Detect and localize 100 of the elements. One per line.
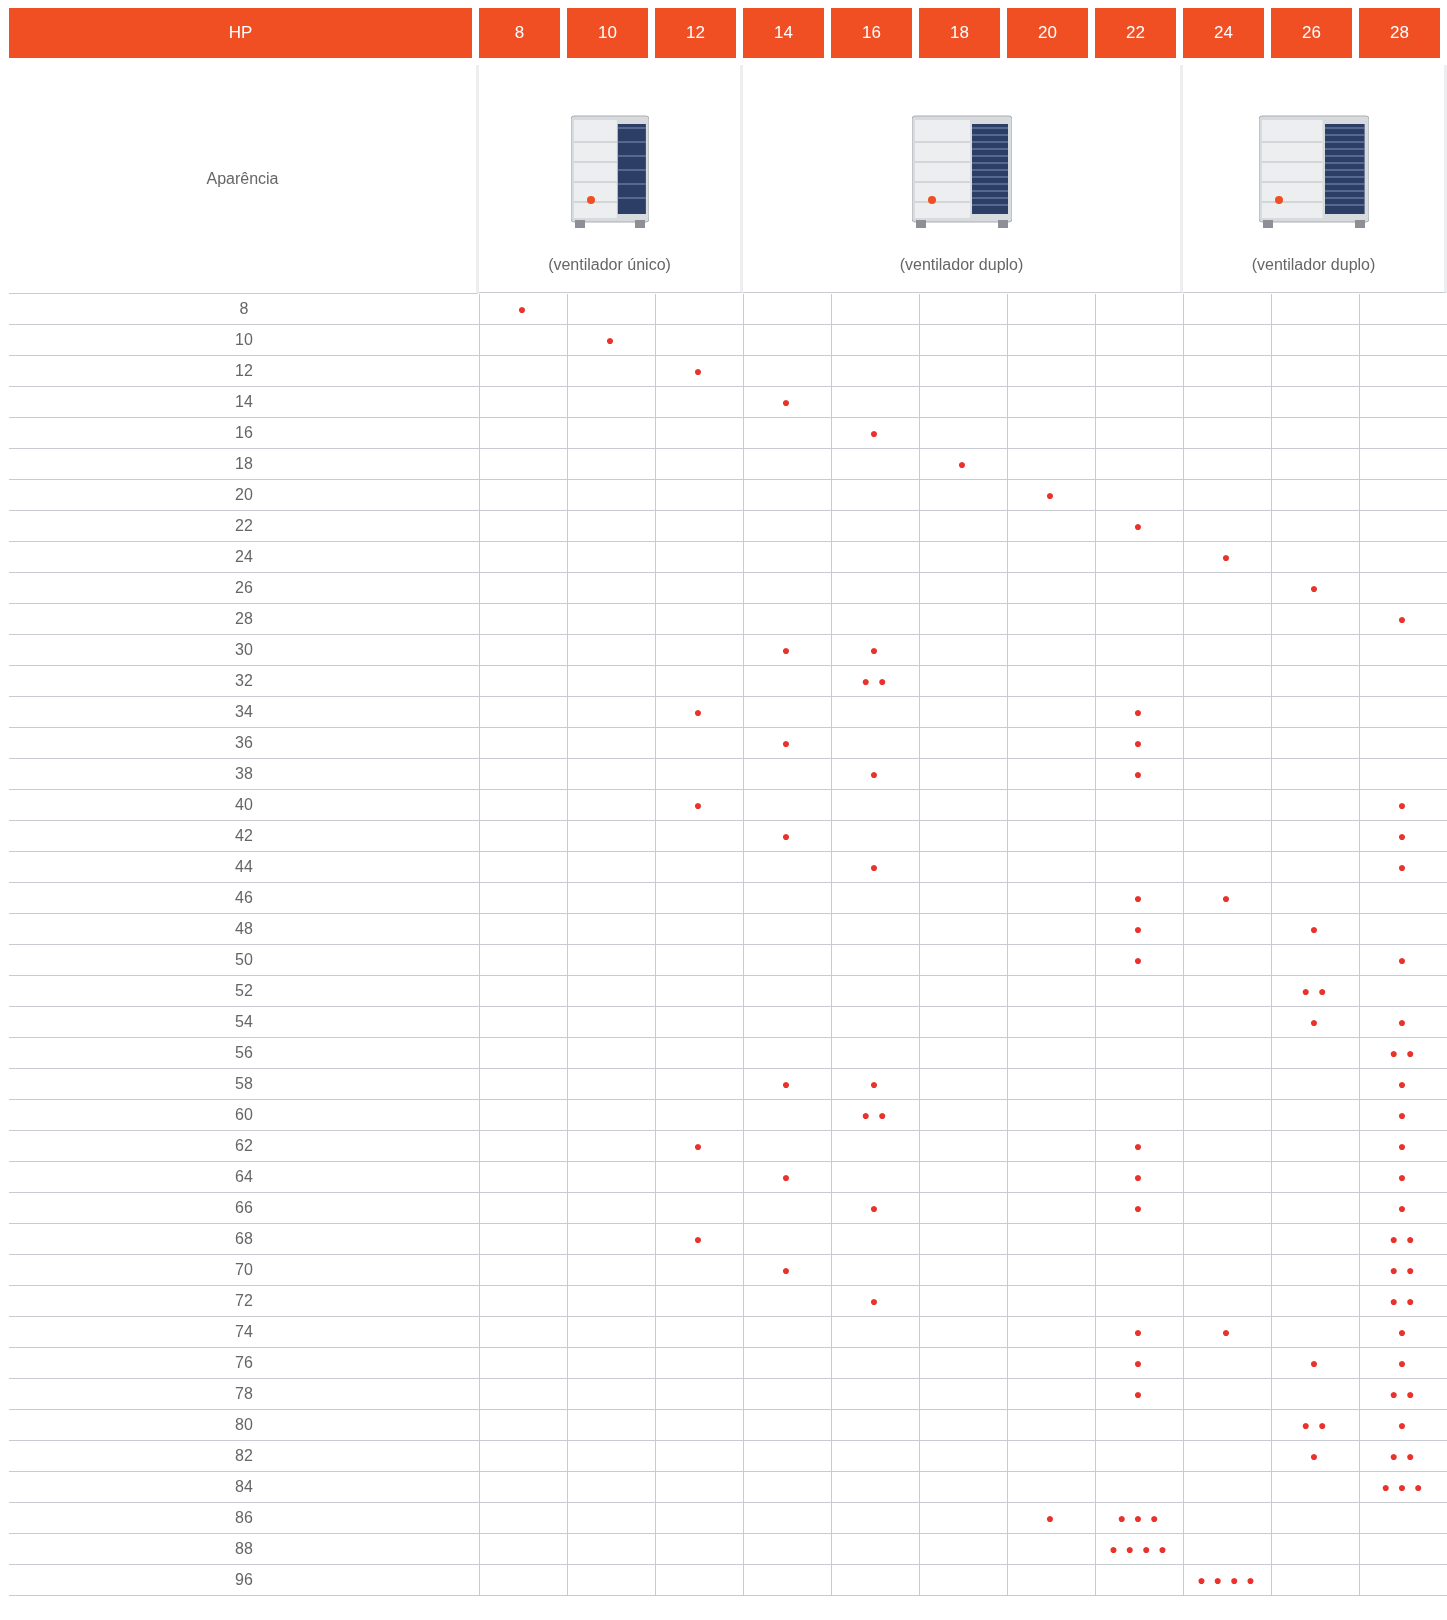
column-header: 18 [919,8,1000,58]
row-label: 76 [235,1354,253,1372]
row-label: 28 [235,610,253,628]
column-header: 26 [1271,8,1352,58]
dot-marks: ● ● [1389,1387,1417,1401]
row-label: 48 [235,920,253,938]
dot-marks: ● [1309,581,1321,595]
row-label: 8 [239,300,249,318]
row-label: 72 [235,1292,253,1310]
dot-marks: ● [781,1170,793,1184]
row-label: 70 [235,1261,253,1279]
column-header: 8 [479,8,560,58]
dot-marks: ● ● [861,1108,889,1122]
dot-marks: ● [1397,1325,1409,1339]
dot-marks: ● ● ● [1381,1480,1425,1494]
dot-marks: ● [1397,1108,1409,1122]
row-label: 78 [235,1385,253,1403]
row-label: 46 [235,889,253,907]
dot-marks: ● [1133,922,1145,936]
dot-marks: ● [1133,1356,1145,1370]
row-label: 16 [235,424,253,442]
dot-marks: ● [1397,1015,1409,1029]
dot-marks: ● [781,395,793,409]
dot-marks: ● [1397,1139,1409,1153]
dot-marks: ● [1133,1139,1145,1153]
column-header: 24 [1183,8,1264,58]
row-label: 88 [235,1540,253,1558]
dot-marks: ● [1309,1015,1321,1029]
row-label: 66 [235,1199,253,1217]
unit-caption: (ventilador duplo) [1251,256,1376,274]
dot-marks: ● [869,1077,881,1091]
dot-marks: ● [693,705,705,719]
dot-marks: ● ● [1389,1449,1417,1463]
dot-marks: ● ● ● ● [1197,1573,1257,1587]
row-label: 58 [235,1075,253,1093]
column-header: 16 [831,8,912,58]
dot-marks: ● [1309,1356,1321,1370]
row-label: 38 [235,765,253,783]
dot-marks: ● [1045,1511,1057,1525]
dot-marks: ● ● [1389,1263,1417,1277]
dot-marks: ● [1221,891,1233,905]
dot-marks: ● [1133,1325,1145,1339]
row-label: 64 [235,1168,253,1186]
row-label: 86 [235,1509,253,1527]
dot-marks: ● ● [1301,984,1329,998]
row-label: 40 [235,796,253,814]
dot-marks: ● ● ● ● [1109,1542,1169,1556]
dot-marks: ● [781,829,793,843]
dot-marks: ● [693,798,705,812]
column-header: 22 [1095,8,1176,58]
row-label: 10 [235,331,253,349]
row-label: 18 [235,455,253,473]
dot-marks: ● [1309,922,1321,936]
row-label: 56 [235,1044,253,1062]
row-label: 84 [235,1478,253,1496]
column-header: 14 [743,8,824,58]
row-label: Aparência [206,170,279,188]
dot-marks: ● [1397,953,1409,967]
dot-marks: ● [1221,550,1233,564]
dot-marks: ● [693,1139,705,1153]
row-label: 32 [235,672,253,690]
dot-marks: ● [869,767,881,781]
column-header: 20 [1007,8,1088,58]
row-label: 26 [235,579,253,597]
row-label: 24 [235,548,253,566]
row-label: 82 [235,1447,253,1465]
dot-marks: ● ● ● [1117,1511,1161,1525]
dot-marks: ● [693,1232,705,1246]
row-label: 68 [235,1230,253,1248]
dot-marks: ● [1133,891,1145,905]
dot-marks: ● ● [861,674,889,688]
row-label: 14 [235,393,253,411]
dot-marks: ● [781,1263,793,1277]
dot-marks: ● [1045,488,1057,502]
row-label: 62 [235,1137,253,1155]
dot-marks: ● [957,457,969,471]
row-label: 12 [235,362,253,380]
dot-marks: ● [1133,736,1145,750]
row-label: 30 [235,641,253,659]
row-label: 54 [235,1013,253,1031]
dot-marks: ● [1133,1170,1145,1184]
row-label: 36 [235,734,253,752]
dot-marks: ● [1133,1201,1145,1215]
dot-marks: ● [1133,705,1145,719]
dot-marks: ● [605,333,617,347]
row-label: 52 [235,982,253,1000]
dot-marks: ● [1133,1387,1145,1401]
column-header: 12 [655,8,736,58]
row-label: 96 [235,1571,253,1589]
dot-marks: ● [1133,953,1145,967]
row-label: 50 [235,951,253,969]
dot-marks: ● [869,643,881,657]
dot-marks: ● [781,643,793,657]
unit-caption: (ventilador único) [548,256,671,274]
row-label: 42 [235,827,253,845]
dot-marks: ● [1397,1418,1409,1432]
dot-marks: ● [693,364,705,378]
dot-marks: ● [1133,767,1145,781]
row-label: 74 [235,1323,253,1341]
dot-marks: ● ● [1389,1232,1417,1246]
